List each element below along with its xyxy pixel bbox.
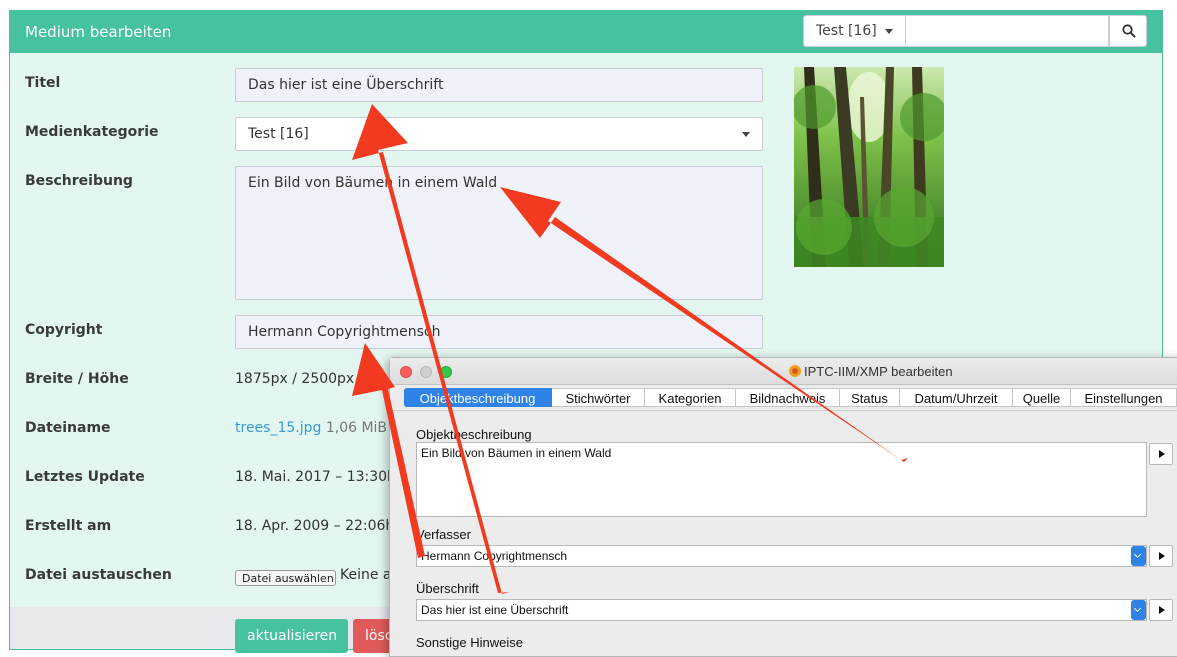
notes-label: Sonstige Hinweise (416, 635, 523, 650)
filename-link[interactable]: trees_15.jpg (235, 420, 321, 436)
created-label: Erstellt am (25, 518, 112, 534)
description-more-button[interactable] (1149, 443, 1173, 465)
category-filter-button[interactable]: Test [16] (803, 15, 906, 47)
panel-title: Medium bearbeiten (25, 23, 172, 41)
filesize: 1,06 MiB (325, 420, 388, 436)
update-button[interactable]: aktualisieren (235, 619, 348, 653)
object-description-label: Objektbeschreibung (416, 427, 532, 442)
tab-objektbeschreibung[interactable]: Objektbeschreibung (404, 388, 552, 407)
dialog-tabs: Objektbeschreibung Stichwörter Kategorie… (404, 388, 1177, 408)
tab-status[interactable]: Status (840, 388, 900, 407)
category-select[interactable]: Test [16] (235, 117, 763, 151)
title-label: Titel (25, 75, 61, 91)
tab-stichwoerter[interactable]: Stichwörter (552, 388, 645, 407)
tab-kategorien[interactable]: Kategorien (645, 388, 736, 407)
close-window-icon[interactable] (400, 366, 412, 378)
search-input[interactable] (906, 15, 1109, 47)
no-file-chosen-text: Keine a (340, 567, 392, 583)
panel-header: Medium bearbeiten Test [16] (10, 11, 1162, 53)
description-label: Beschreibung (25, 173, 133, 189)
author-combobox[interactable]: Hermann Copyrightmensch (416, 545, 1147, 567)
chevron-down-icon[interactable] (1131, 546, 1146, 566)
minimize-window-icon[interactable] (420, 366, 432, 378)
chevron-down-icon[interactable] (1131, 600, 1146, 620)
updated-value: 18. Mai. 2017 – 13:30h (235, 469, 396, 485)
headline-more-button[interactable] (1149, 599, 1173, 621)
search-icon (1122, 24, 1136, 38)
created-value: 18. Apr. 2009 – 22:06h (235, 518, 395, 534)
replace-file-label: Datei austauschen (25, 567, 172, 583)
zoom-window-icon[interactable] (440, 366, 452, 378)
copyright-label: Copyright (25, 322, 103, 338)
updated-label: Letztes Update (25, 469, 145, 485)
iptc-edit-dialog: IPTC-IIM/XMP bearbeiten Objektbeschreibu… (389, 357, 1177, 657)
copyright-input[interactable]: Hermann Copyrightmensch (235, 315, 763, 349)
dimensions-value: 1875px / 2500px (235, 371, 355, 387)
title-input[interactable]: Das hier ist eine Überschrift (235, 68, 763, 102)
author-more-button[interactable] (1149, 545, 1173, 567)
caret-down-icon (742, 132, 750, 137)
headline-combobox[interactable]: Das hier ist eine Überschrift (416, 599, 1147, 621)
app-icon (789, 365, 801, 377)
headline-label: Überschrift (416, 581, 479, 596)
category-label: Medienkategorie (25, 124, 159, 140)
author-label: Verfasser (416, 527, 471, 542)
dialog-titlebar: IPTC-IIM/XMP bearbeiten (390, 358, 1177, 385)
tab-bildnachweis[interactable]: Bildnachweis (736, 388, 840, 407)
media-thumbnail (794, 67, 944, 267)
forest-photo (794, 67, 944, 267)
tab-quelle[interactable]: Quelle (1013, 388, 1071, 407)
headline-value: Das hier ist eine Überschrift (421, 603, 569, 617)
dialog-body: Objektbeschreibung Ein Bild von Bäumen i… (390, 410, 1177, 656)
filename-value: trees_15.jpg 1,06 MiB (235, 420, 387, 436)
dimensions-label: Breite / Höhe (25, 371, 129, 387)
description-textarea[interactable]: Ein Bild von Bäumen in einem Wald (235, 166, 763, 300)
tab-datum-uhrzeit[interactable]: Datum/Uhrzeit (900, 388, 1013, 407)
author-value: Hermann Copyrightmensch (421, 549, 568, 563)
choose-file-button[interactable]: Datei auswählen (235, 570, 336, 586)
object-description-textarea[interactable]: Ein Bild von Bäumen in einem Wald (416, 442, 1147, 517)
filename-label: Dateiname (25, 420, 111, 436)
tab-einstellungen[interactable]: Einstellungen (1071, 388, 1177, 407)
category-select-value: Test [16] (248, 126, 309, 142)
caret-down-icon (885, 29, 893, 34)
search-button[interactable] (1109, 15, 1147, 47)
category-filter-label: Test [16] (816, 23, 877, 39)
dialog-title: IPTC-IIM/XMP bearbeiten (804, 364, 953, 379)
